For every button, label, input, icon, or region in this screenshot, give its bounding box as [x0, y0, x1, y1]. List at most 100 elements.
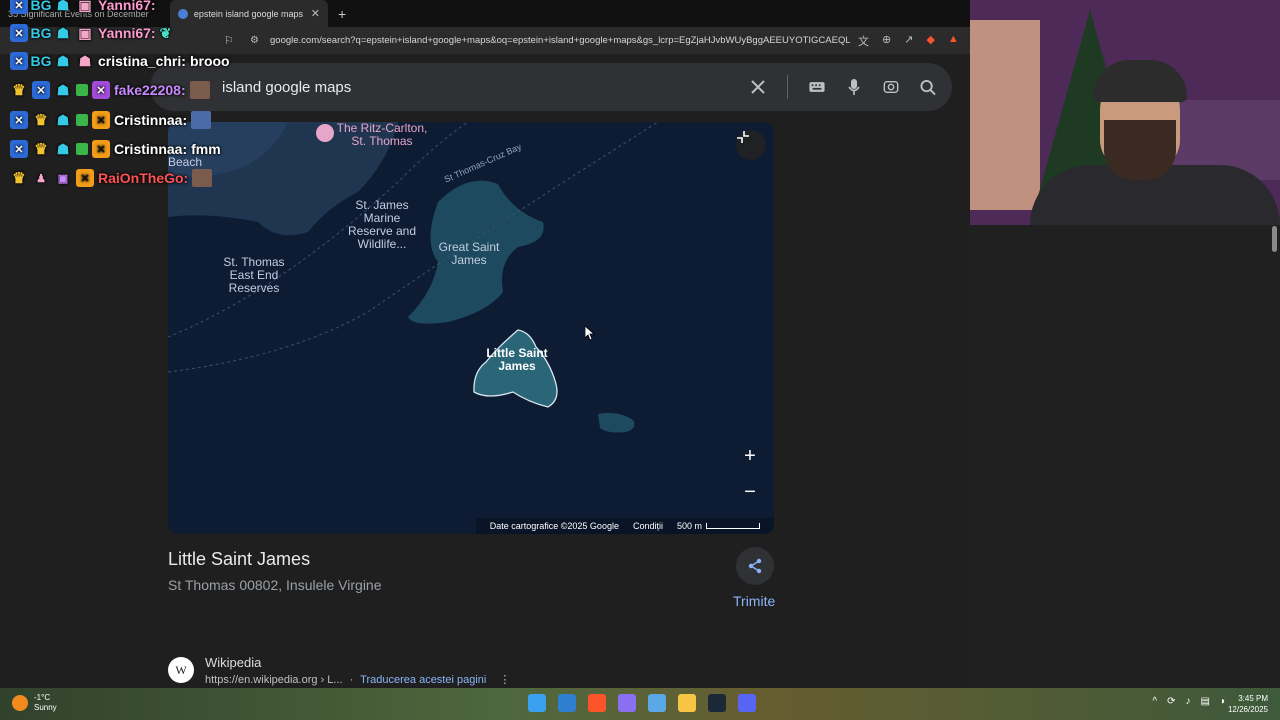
map-label-ritz[interactable]: The Ritz-Carlton, St. Thomas [332, 122, 432, 148]
badge-icon: BG [30, 0, 52, 13]
chat-message: ✕ ♛ ☗ ✕ Cristinnaa: fmm [10, 138, 221, 160]
chat-username: RaiOnTheGo: [98, 170, 189, 186]
chat-message: ✕ BG ☗ ▣ Yanni67: ❦ [10, 22, 171, 44]
search-input[interactable]: island google maps [222, 79, 351, 96]
map-label-east-end[interactable]: St. Thomas East End Reserves [218, 256, 290, 295]
emote-icon [189, 81, 210, 99]
map-terms-link[interactable]: Condiții [633, 521, 663, 531]
search-box[interactable]: island google maps [150, 63, 952, 111]
taskbar-clock[interactable]: 3:45 PM 12/26/2025 [1228, 693, 1268, 715]
bookmark-icon[interactable]: ⚐ [224, 34, 234, 47]
brave-rewards-icon[interactable]: ▲ [948, 33, 959, 49]
close-tab-icon[interactable]: ✕ [311, 7, 320, 20]
weather-temperature: -1°C [34, 693, 51, 702]
chat-text: brooo [189, 53, 230, 69]
screen: 35 Significant Events on December epstei… [0, 0, 1280, 720]
windows-start-icon[interactable] [528, 694, 546, 712]
emote-icon [191, 111, 212, 129]
keyboard-icon[interactable] [809, 79, 825, 95]
zoom-in-button[interactable]: + [736, 442, 764, 470]
badge-icon: ✕ [92, 140, 110, 158]
gift-badge-icon: ▣ [57, 172, 69, 185]
robot-badge-icon: ☗ [56, 140, 70, 157]
badge-icon: ✕ [10, 111, 28, 129]
badge-icon [76, 143, 88, 155]
result-url[interactable]: https://en.wikipedia.org › L... · Traduc… [205, 673, 510, 686]
translate-page-link[interactable]: Traducerea acestei pagini [360, 674, 486, 686]
divider [787, 75, 788, 99]
copilot-icon[interactable] [618, 694, 636, 712]
chat-message: ♛ ✕ ☗ ✕ fake22208: [10, 79, 210, 101]
search-icon[interactable] [920, 79, 936, 95]
hotel-pin-icon[interactable] [316, 124, 334, 142]
scrollbar-thumb[interactable] [1272, 226, 1277, 252]
crown-badge-icon: ♛ [12, 82, 26, 99]
google-favicon-icon [178, 8, 188, 19]
chat-username: Cristinnaa: [114, 112, 188, 128]
map-scale-label: 500 m [676, 521, 702, 531]
new-tab-icon[interactable]: + [328, 6, 356, 22]
badge-icon [76, 114, 88, 126]
sync-icon[interactable]: ⟳ [1167, 696, 1175, 707]
clock-time: 3:45 PM [1238, 694, 1268, 703]
zoom-out-button[interactable]: − [736, 478, 764, 506]
badge-icon: ✕ [10, 140, 28, 158]
volume-icon[interactable]: ◗ [1220, 696, 1226, 707]
translate-icon[interactable]: 文 [858, 33, 869, 49]
map-canvas [168, 122, 659, 433]
network-icon[interactable]: ▤ [1201, 696, 1210, 707]
map-label-little-saint-james[interactable]: Little Saint James [480, 347, 554, 373]
zoom-icon[interactable]: ⊕ [882, 33, 891, 49]
badge-icon: ✕ [76, 169, 94, 187]
place-address: St Thomas 00802, Insulele Virgine [168, 577, 382, 593]
system-tray: ^ ⟳ ♪ ▤ ◗ [1152, 696, 1226, 707]
task-view-icon[interactable] [558, 694, 576, 712]
brave-browser-icon[interactable] [588, 694, 606, 712]
right-pane [970, 225, 1280, 688]
map-copyright: Date cartografice ©2025 Google [489, 521, 619, 531]
map-label-marine-reserve[interactable]: St. James Marine Reserve and Wildlife... [344, 199, 420, 251]
share-label[interactable]: Trimite [733, 593, 775, 609]
chat-username: Cristinnaa: [114, 141, 188, 157]
small-islet [598, 412, 635, 433]
badge-icon: ✕ [10, 52, 28, 70]
tray-chevron-icon[interactable]: ^ [1152, 696, 1157, 707]
gift-badge-icon: ▣ [78, 0, 92, 13]
chat-message: ✕ BG ☗ ▣ Yanni67: [10, 0, 156, 16]
chat-message: ✕ BG ☗ ☗ cristina_chri: brooo [10, 50, 230, 72]
discord-icon[interactable] [738, 694, 756, 712]
microphone-icon[interactable] [846, 78, 862, 95]
speaker-icon[interactable]: ♪ [1186, 696, 1191, 707]
chat-text: fmm [191, 141, 221, 157]
site-info-icon[interactable]: ⚙ [250, 35, 259, 46]
store-icon[interactable] [648, 694, 666, 712]
tab-active[interactable]: epstein island google maps - Căutare ✕ [170, 0, 328, 27]
crown-badge-icon: ♛ [12, 170, 26, 187]
share-page-icon[interactable]: ↗ [904, 33, 913, 49]
feather-emote-icon: ❦ [159, 24, 172, 41]
brave-shield-icon[interactable]: ◆ [926, 33, 934, 49]
result-site-name[interactable]: Wikipedia [205, 655, 261, 670]
badge-icon: ✕ [10, 24, 28, 42]
chat-username: Yanni67: [98, 25, 156, 41]
map-label-great-saint-james[interactable]: Great Saint James [434, 241, 504, 267]
clear-icon[interactable] [750, 79, 766, 95]
weather-widget[interactable]: -1°C Sunny [12, 693, 57, 713]
robot-badge-icon: ☗ [56, 111, 70, 128]
url-field[interactable]: google.com/search?q=epstein+island+googl… [270, 35, 850, 46]
map-scale-bar [706, 523, 760, 529]
badge-icon [76, 84, 88, 96]
taskbar-apps [528, 694, 756, 712]
map-view[interactable]: The Ritz-Carlton, St. Thomas Beach St Th… [168, 122, 774, 534]
collapse-map-icon[interactable] [736, 130, 766, 160]
chat-message: ♛ ♟ ▣ ✕ RaiOnTheGo: [10, 167, 213, 189]
more-options-icon[interactable]: ⋮ [499, 674, 510, 686]
share-button[interactable] [736, 547, 774, 585]
file-explorer-icon[interactable] [678, 694, 696, 712]
steam-icon[interactable] [708, 694, 726, 712]
lens-camera-icon[interactable] [883, 79, 899, 95]
robot-badge-icon: ☗ [56, 0, 70, 13]
clock-date: 12/26/2025 [1227, 705, 1268, 714]
result-url-text[interactable]: https://en.wikipedia.org › L... [205, 674, 343, 686]
map-footer: Date cartografice ©2025 Google Condiții … [475, 518, 774, 534]
